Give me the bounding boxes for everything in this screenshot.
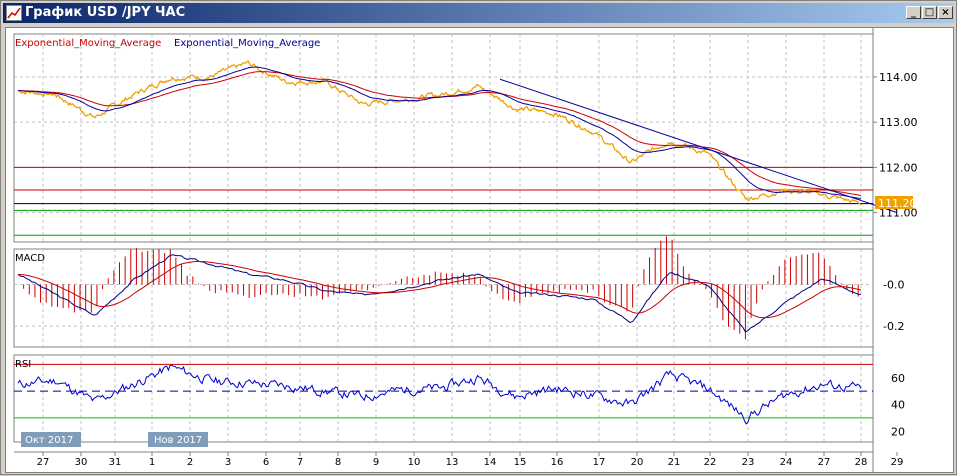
legend-ema-fast: Exponential_Moving_Average bbox=[15, 38, 161, 49]
ema-slow-line bbox=[18, 66, 862, 200]
x-tick-label: 21 bbox=[668, 457, 681, 468]
price-line bbox=[17, 60, 862, 206]
x-tick-label: 2 bbox=[187, 457, 193, 468]
x-tick-label: 27 bbox=[818, 457, 831, 468]
chart-area[interactable]: 27 30 31 1 2 3 6 7 8 9 10 13 14 15 16 17 20 21 22 23 24 27 28 2… bbox=[5, 27, 954, 473]
price-tick-label: 112.00 bbox=[879, 161, 918, 174]
legend-ema-slow: Exponential_Moving_Average bbox=[174, 38, 320, 49]
x-tick-label: 24 bbox=[780, 457, 793, 468]
price-tick-label: 113.00 bbox=[879, 116, 918, 129]
rsi-tick-label: 20 bbox=[891, 425, 905, 438]
rsi-line bbox=[17, 364, 862, 425]
x-tick-label: 15 bbox=[514, 457, 527, 468]
x-tick-label: 13 bbox=[446, 457, 459, 468]
ema-fast-line bbox=[18, 71, 862, 197]
macd-tick-label: -0.0 bbox=[883, 278, 904, 291]
x-tick-label: 17 bbox=[593, 457, 606, 468]
chart-app-icon bbox=[6, 5, 22, 21]
x-tick-label: 7 bbox=[297, 457, 303, 468]
x-tick-label: 29 bbox=[891, 457, 904, 468]
rsi-tick-label: 40 bbox=[891, 399, 905, 412]
x-tick-label: 28 bbox=[855, 457, 868, 468]
minimize-button[interactable]: _ bbox=[906, 6, 921, 19]
rsi-tick-label: 60 bbox=[891, 372, 905, 385]
month-label: Нов 2017 bbox=[154, 435, 202, 446]
close-button[interactable]: × bbox=[938, 6, 953, 19]
maximize-button[interactable]: □ bbox=[922, 6, 937, 19]
trend-line bbox=[499, 78, 898, 214]
panel-frame-2 bbox=[13, 354, 874, 443]
macd-tick-label: -0.2 bbox=[883, 320, 904, 333]
price-tick-label: 114.00 bbox=[879, 71, 918, 84]
x-tick-label: 20 bbox=[631, 457, 644, 468]
x-tick-label: 10 bbox=[408, 457, 421, 468]
chart-window: График USD /JPY ЧАС _ □ × 27 30 31 1 2 3 6 7 8 9 1… bbox=[0, 0, 957, 475]
macd-label: MACD bbox=[15, 253, 45, 264]
x-tick-label: 3 bbox=[225, 457, 231, 468]
month-label: Окт 2017 bbox=[25, 435, 73, 446]
x-tick-label: 23 bbox=[742, 457, 755, 468]
x-tick-label: 22 bbox=[704, 457, 717, 468]
x-tick-label: 16 bbox=[551, 457, 564, 468]
title-bar[interactable]: График USD /JPY ЧАС _ □ × bbox=[3, 3, 954, 23]
rsi-label: RSI bbox=[15, 359, 31, 370]
x-tick-label: 31 bbox=[109, 457, 122, 468]
current-price-value: 111.20 bbox=[878, 197, 917, 210]
x-tick-label: 6 bbox=[263, 457, 269, 468]
x-tick-label: 8 bbox=[335, 457, 341, 468]
x-tick-label: 14 bbox=[484, 457, 497, 468]
x-tick-label: 30 bbox=[75, 457, 88, 468]
panel-frame-1 bbox=[13, 248, 874, 348]
x-tick-label: 9 bbox=[373, 457, 379, 468]
chart-canvas[interactable]: 27 30 31 1 2 3 6 7 8 9 10 13 14 15 16 17 20 21 22 23 24 27 28 2… bbox=[6, 28, 953, 472]
x-tick-label: 27 bbox=[37, 457, 50, 468]
x-tick-label: 1 bbox=[149, 457, 155, 468]
window-title: График USD /JPY ЧАС bbox=[25, 5, 186, 20]
